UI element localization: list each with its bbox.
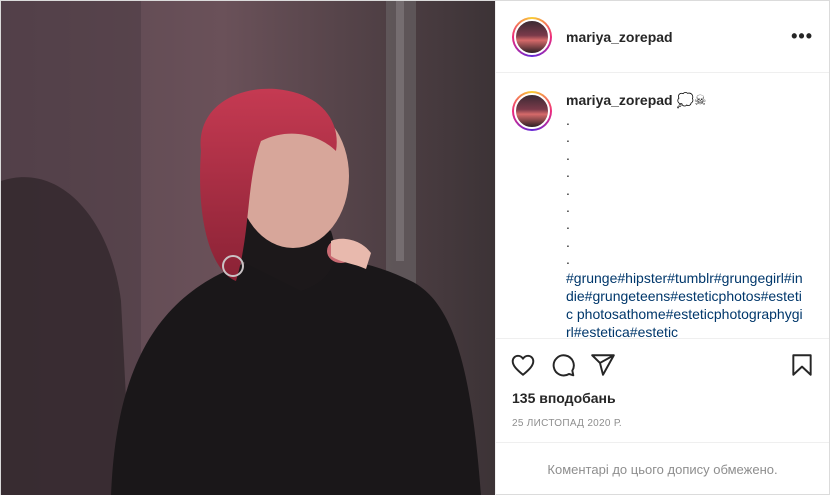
post-photo[interactable] [1,1,495,495]
username-link[interactable]: mariya_zorepad [566,29,673,45]
caption-dot: . [566,164,570,181]
avatar-image [514,93,550,129]
caption-dot: . [566,251,570,268]
share-icon[interactable] [590,352,616,378]
avatar[interactable] [512,16,552,57]
post-sidebar: mariya_zorepad ••• mariya_zorepad 💭☠ . .… [495,1,829,495]
caption-dot: . [566,216,570,233]
more-options-icon[interactable]: ••• [791,26,813,47]
caption-dot: . [566,181,570,198]
caption-username-link[interactable]: mariya_zorepad [566,92,673,108]
post-dialog: mariya_zorepad ••• mariya_zorepad 💭☠ . .… [0,0,830,495]
heart-icon[interactable] [510,352,536,378]
caption-dot: . [566,199,570,216]
post-header: mariya_zorepad ••• [496,1,829,73]
bookmark-icon[interactable] [789,352,815,378]
comments-limited-notice: Коментарі до цього допису обмежено. [496,442,829,495]
photo-illustration [1,1,495,495]
caption-dot: . [566,233,570,250]
likes-count[interactable]: 135 вподобань [496,390,829,412]
caption-dot: . [566,129,570,146]
caption-area: mariya_zorepad 💭☠ . . . . . . . . . #gru… [496,73,829,338]
avatar-image [514,18,550,55]
caption-dots: . . . . . . . . . [566,112,806,269]
post-date[interactable]: 25 ЛИСТОПАД 2020 Р. [496,412,829,442]
caption-avatar[interactable] [512,91,552,131]
caption-emoji: 💭☠ [676,93,707,109]
action-bar [496,338,829,390]
comment-icon[interactable] [550,352,576,378]
caption-dot: . [566,146,570,163]
caption: mariya_zorepad 💭☠ . . . . . . . . . #gru… [566,91,806,338]
caption-dot: . [566,112,570,128]
caption-hashtags[interactable]: #grunge#hipster#tumblr#grungegirl#indie#… [566,269,806,338]
